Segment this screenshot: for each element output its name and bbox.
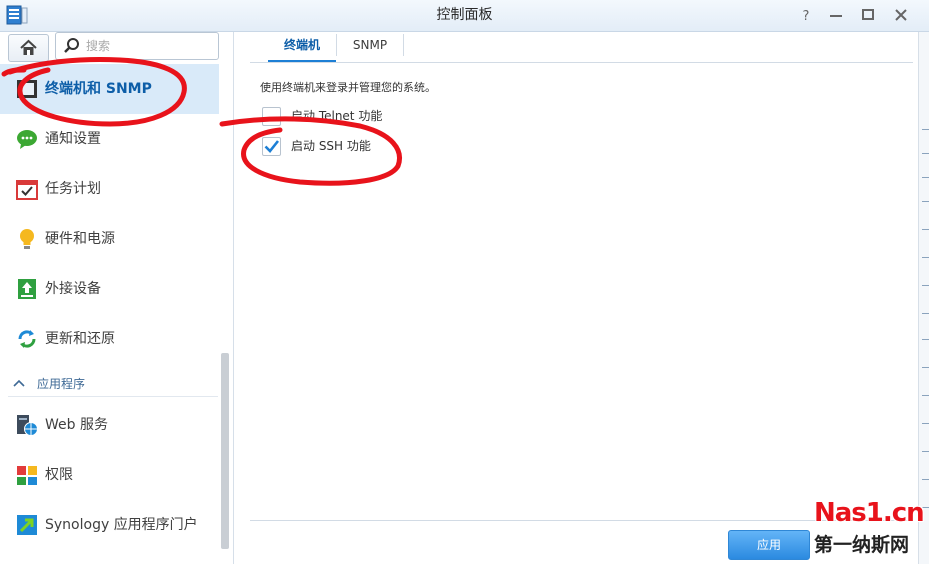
sidebar-item-hardware-power[interactable]: 硬件和电源: [0, 214, 219, 264]
ssh-checkbox-label: 启动 SSH 功能: [291, 139, 371, 153]
calendar-check-icon: [16, 180, 38, 200]
privileges-icon: [17, 466, 37, 485]
sidebar-item-web-services[interactable]: Web 服务: [0, 400, 219, 450]
sidebar-item-notification[interactable]: 通知设置: [0, 114, 219, 164]
checkmark-icon: [264, 140, 280, 153]
maximize-icon[interactable]: [858, 5, 878, 25]
sidebar: 终端机和 SNMP 通知设置 任务计划 硬件和电源 外接设备: [0, 32, 234, 564]
apply-button[interactable]: 应用: [728, 530, 810, 560]
main-panel: 终端机 SNMP 使用终端机来登录并管理您的系统。 启动 Telnet 功能 启…: [234, 32, 917, 564]
sidebar-scrollbar[interactable]: [221, 353, 229, 549]
sidebar-item-task-scheduler[interactable]: 任务计划: [0, 164, 219, 214]
search-input[interactable]: [86, 36, 211, 56]
watermark-line2: 第一纳斯网: [814, 534, 910, 556]
portal-icon: [17, 515, 37, 535]
telnet-checkbox-label: 启动 Telnet 功能: [291, 109, 383, 123]
sidebar-item-label: Synology 应用程序门户: [45, 517, 198, 533]
watermark-line1: Nas1.cn: [814, 498, 925, 528]
sidebar-item-label: 终端机和 SNMP: [45, 81, 152, 97]
sidebar-item-label: 硬件和电源: [45, 231, 115, 247]
telnet-checkbox[interactable]: [262, 107, 281, 126]
home-icon: [20, 39, 37, 55]
ssh-checkbox[interactable]: [262, 137, 281, 156]
sidebar-item-label: 任务计划: [45, 181, 101, 197]
tab-terminal[interactable]: 终端机: [268, 32, 336, 62]
section-description: 使用终端机来登录并管理您的系统。: [260, 81, 436, 94]
window-title: 控制面板: [436, 7, 493, 23]
sidebar-item-terminal-snmp[interactable]: 终端机和 SNMP: [0, 64, 219, 114]
help-icon[interactable]: ?: [796, 5, 816, 25]
refresh-icon: [18, 330, 36, 348]
sidebar-item-label: 外接设备: [45, 281, 101, 297]
lightbulb-icon: [20, 229, 34, 249]
sidebar-item-update-restore[interactable]: 更新和还原: [0, 314, 219, 364]
chat-bubble-icon: [17, 130, 37, 149]
sidebar-item-application-portal[interactable]: Synology 应用程序门户: [0, 500, 219, 550]
search-box: [55, 32, 219, 60]
divider: [8, 396, 218, 397]
title-bar: 控制面板 ?: [0, 0, 929, 32]
background-window-edge: [918, 32, 929, 564]
sidebar-item-external-devices[interactable]: 外接设备: [0, 264, 219, 314]
close-icon[interactable]: [891, 5, 911, 25]
chevron-up-icon: [13, 379, 25, 387]
sidebar-item-label: 权限: [45, 467, 73, 483]
web-service-icon: [17, 415, 38, 436]
terminal-icon: [17, 80, 37, 98]
sidebar-item-label: 更新和还原: [45, 331, 115, 347]
sidebar-item-label: 通知设置: [45, 131, 101, 147]
sidebar-item-privileges[interactable]: 权限: [0, 450, 219, 500]
svg-text:?: ?: [803, 9, 810, 24]
external-device-icon: [18, 279, 36, 299]
group-header-label: 应用程序: [37, 377, 86, 391]
sidebar-item-label: Web 服务: [45, 417, 108, 433]
watermark-logo: Nas1.cn 第一纳斯网: [808, 498, 925, 558]
tab-snmp[interactable]: SNMP: [337, 32, 403, 62]
tab-separator: [403, 34, 404, 56]
home-button[interactable]: [8, 34, 49, 62]
group-header-applications[interactable]: 应用程序: [0, 372, 219, 396]
minimize-icon[interactable]: [826, 5, 846, 25]
tab-bar: 终端机 SNMP: [250, 32, 913, 63]
search-icon: [64, 38, 79, 53]
